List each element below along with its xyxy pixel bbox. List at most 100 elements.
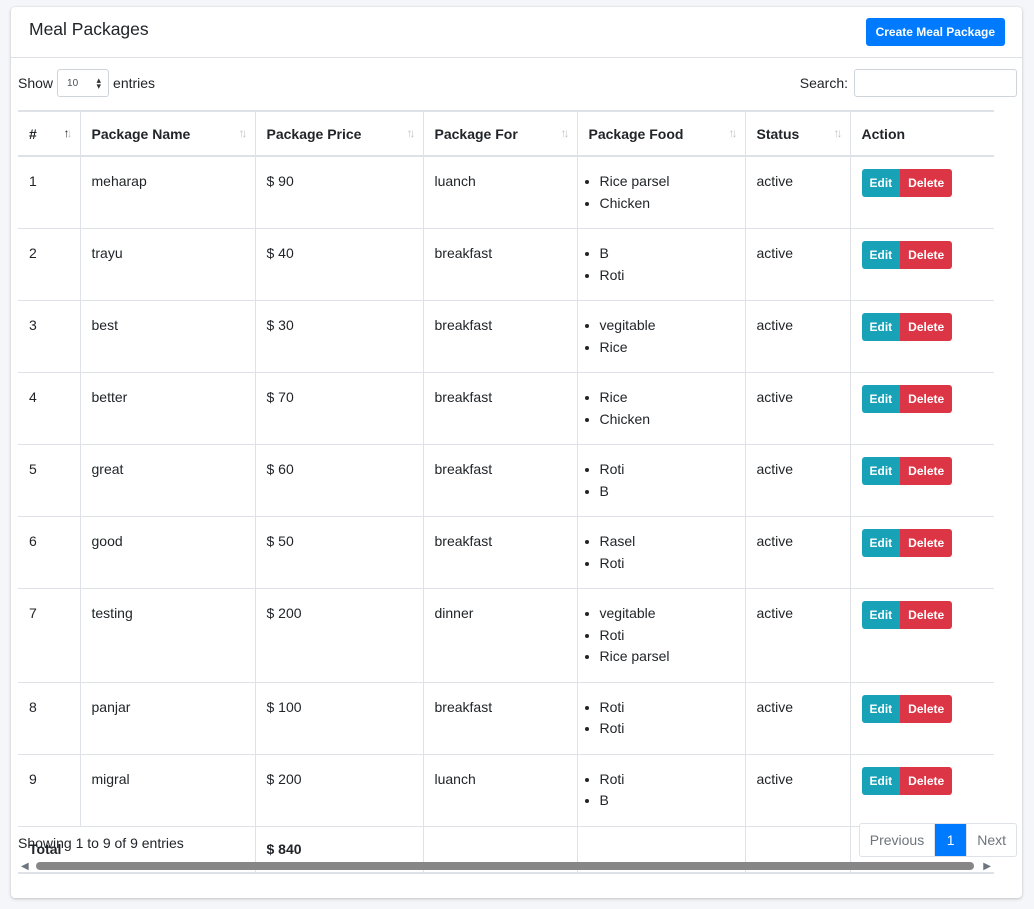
- food-list: BRoti: [589, 243, 734, 286]
- food-list: RaselRoti: [589, 531, 734, 574]
- food-item: Chicken: [600, 193, 734, 215]
- cell-package-name: migral: [79, 753, 256, 827]
- table-row: 2trayu$ 40breakfastBRotiactiveEditDelete: [18, 228, 994, 301]
- cell-package-for: luanch: [422, 753, 578, 827]
- page-title: Meal Packages: [29, 19, 149, 39]
- food-item: vegitable: [600, 315, 734, 337]
- cell-package-name: meharap: [79, 155, 256, 229]
- entries-select[interactable]: 10 ▴ ▾: [57, 69, 110, 97]
- scroll-left-icon[interactable]: ◀: [21, 861, 29, 872]
- table-row: 9migral$ 200luanchRotiBactiveEditDelete: [18, 753, 994, 827]
- sort-icon: ↑↓: [238, 126, 248, 140]
- food-list: Rice parselChicken: [589, 171, 734, 214]
- column-header-package-name[interactable]: Package Name ↑↓: [79, 110, 256, 157]
- cell-package-for: dinner: [422, 588, 578, 683]
- delete-button[interactable]: Delete: [900, 601, 953, 629]
- horizontal-scrollbar[interactable]: ◀ ▶: [18, 858, 994, 874]
- create-meal-package-button[interactable]: Create Meal Package: [865, 18, 1005, 46]
- cell-package-price: $ 40: [254, 228, 424, 301]
- cell-number: 5: [18, 444, 81, 517]
- delete-button[interactable]: Delete: [900, 529, 953, 557]
- scroll-right-icon[interactable]: ▶: [983, 861, 991, 872]
- delete-button[interactable]: Delete: [900, 313, 953, 341]
- cell-status: active: [744, 516, 851, 589]
- entries-length-control: Show 10 ▴ ▾ entries: [18, 69, 155, 97]
- select-arrows-icon: ▴ ▾: [96, 75, 102, 91]
- delete-button[interactable]: Delete: [900, 385, 953, 413]
- cell-number: 8: [18, 681, 81, 755]
- column-header-package-food[interactable]: Package Food ↑↓: [576, 110, 746, 157]
- edit-button[interactable]: Edit: [861, 694, 901, 723]
- edit-button[interactable]: Edit: [861, 529, 901, 557]
- cell-package-name: better: [79, 372, 256, 445]
- table-row: 3best$ 30breakfastvegitableRiceactiveEdi…: [18, 300, 994, 373]
- edit-button[interactable]: Edit: [861, 241, 901, 269]
- edit-button[interactable]: Edit: [861, 601, 901, 629]
- food-item: Roti: [600, 718, 734, 740]
- food-item: Roti: [600, 553, 734, 575]
- delete-button[interactable]: Delete: [900, 169, 953, 197]
- previous-page-button[interactable]: Previous: [859, 824, 936, 856]
- cell-package-for: breakfast: [422, 300, 578, 373]
- cell-package-for: breakfast: [422, 516, 578, 589]
- table-row: 7testing$ 200dinnervegitableRotiRice par…: [18, 588, 994, 683]
- cell-package-for: breakfast: [422, 681, 578, 755]
- edit-button[interactable]: Edit: [861, 457, 901, 485]
- column-header-action: Action: [849, 110, 994, 157]
- cell-number: 4: [18, 372, 81, 445]
- cell-package-price: $ 100: [254, 681, 424, 755]
- food-item: Rice: [600, 387, 734, 409]
- delete-button[interactable]: Delete: [900, 241, 953, 269]
- cell-action: Edit Delete: [849, 300, 994, 373]
- cell-status: active: [744, 681, 851, 755]
- sort-asc-icon: ↑↓: [63, 126, 73, 140]
- food-item: Chicken: [600, 409, 734, 431]
- cell-status: active: [744, 753, 851, 827]
- food-list: vegitableRotiRice parsel: [589, 603, 734, 668]
- delete-button[interactable]: Delete: [900, 457, 953, 485]
- cell-package-name: testing: [79, 588, 256, 683]
- food-item: Roti: [600, 697, 734, 719]
- cell-package-food: RotiB: [576, 444, 746, 517]
- edit-button[interactable]: Edit: [861, 313, 901, 341]
- cell-package-name: best: [79, 300, 256, 373]
- cell-package-name: good: [79, 516, 256, 589]
- food-list: RotiB: [589, 459, 734, 502]
- cell-package-price: $ 50: [254, 516, 424, 589]
- search-input[interactable]: [854, 69, 1017, 97]
- cell-number: 3: [18, 300, 81, 373]
- food-list: RotiRoti: [589, 697, 734, 740]
- column-header-package-for[interactable]: Package For ↑↓: [422, 110, 578, 157]
- table-header-row: # ↑↓ Package Name ↑↓ Package Price ↑↓ Packa…: [18, 110, 994, 157]
- table-info: Showing 1 to 9 of 9 entries: [18, 835, 184, 851]
- scrollbar-thumb[interactable]: [36, 862, 974, 870]
- cell-package-food: vegitableRice: [576, 300, 746, 373]
- edit-button[interactable]: Edit: [861, 385, 901, 413]
- food-list: RotiB: [589, 769, 734, 812]
- cell-package-for: breakfast: [422, 228, 578, 301]
- table-row: 1meharap$ 90luanchRice parselChickenacti…: [18, 155, 994, 229]
- column-header-package-price[interactable]: Package Price ↑↓: [254, 110, 424, 157]
- cell-package-name: great: [79, 444, 256, 517]
- cell-status: active: [744, 588, 851, 683]
- edit-button[interactable]: Edit: [861, 766, 901, 795]
- cell-package-food: RaselRoti: [576, 516, 746, 589]
- table-row: 8panjar$ 100breakfastRotiRotiactiveEditD…: [18, 681, 994, 755]
- food-item: Rice parsel: [600, 646, 734, 668]
- cell-action: Edit Delete: [849, 753, 994, 827]
- cell-package-for: breakfast: [422, 372, 578, 445]
- column-header-status[interactable]: Status ↑↓: [744, 110, 851, 157]
- next-page-button[interactable]: Next: [966, 824, 1016, 856]
- delete-button[interactable]: Delete: [900, 766, 953, 795]
- column-header-number[interactable]: # ↑↓: [18, 110, 81, 157]
- delete-button[interactable]: Delete: [900, 694, 953, 723]
- cell-number: 6: [18, 516, 81, 589]
- cell-status: active: [744, 444, 851, 517]
- edit-button[interactable]: Edit: [861, 169, 901, 197]
- page-1-button[interactable]: 1: [935, 824, 967, 856]
- sort-icon: ↑↓: [728, 126, 738, 140]
- cell-package-for: breakfast: [422, 444, 578, 517]
- cell-package-price: $ 60: [254, 444, 424, 517]
- search-control: Search:: [800, 69, 1017, 97]
- cell-package-price: $ 30: [254, 300, 424, 373]
